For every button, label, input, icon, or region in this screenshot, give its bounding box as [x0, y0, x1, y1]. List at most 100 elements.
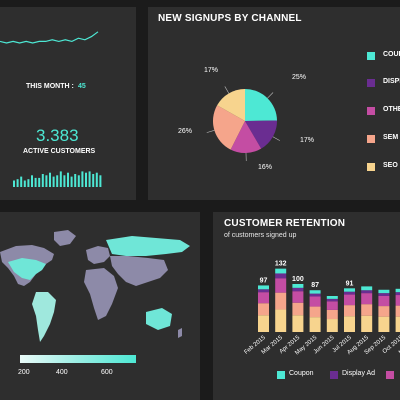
legend-swatch [367, 107, 375, 115]
bar-segment-coupon [326, 296, 338, 299]
bar-segment-display-ad [275, 273, 287, 279]
map-color-scale [20, 355, 136, 363]
bar-segment-sem [309, 306, 321, 318]
bar-segment-other [378, 296, 390, 307]
pie-leader-line [206, 130, 215, 133]
activity-bar [77, 175, 80, 187]
bar-total-label: 132 [275, 261, 287, 268]
active-customers-label: ACTIVE CUSTOMERS [23, 148, 96, 155]
retention-legend-label[interactable]: Coupon [289, 370, 314, 377]
bar-total-label: 87 [311, 282, 319, 289]
bar-segment-other [258, 292, 269, 304]
bar-segment-sem [292, 302, 304, 316]
activity-bar [13, 180, 15, 187]
bar-segment-sem [361, 304, 373, 316]
legend-label: OTHER [383, 106, 400, 113]
bar-segment-sem [275, 292, 287, 310]
bar-segment-other [275, 278, 287, 293]
signups-sparkline [0, 31, 102, 187]
bar-segment-seo [326, 319, 338, 332]
pie-label-sem: 26% [178, 128, 193, 135]
bar-segment-sem [326, 309, 338, 320]
map-region-new-zealand[interactable] [178, 328, 182, 338]
bar-segment-display-ad [361, 290, 373, 294]
pie-leader-line [272, 136, 280, 141]
activity-bar [88, 171, 91, 187]
bar-segment-seo [275, 309, 287, 332]
bar-segment-display-ad [258, 289, 269, 293]
sparkline-line [0, 31, 99, 44]
activity-bar [20, 176, 23, 187]
bar-segment-other [309, 296, 321, 307]
bar-segment-seo [395, 316, 400, 332]
retention-legend-swatch [277, 371, 285, 379]
map-region-russia[interactable] [106, 236, 190, 256]
pie-label-display: 17% [300, 137, 315, 144]
bar-segment-seo [292, 315, 304, 332]
bar-segment-other [361, 293, 373, 305]
bar-segment-seo [378, 316, 390, 332]
bar-segment-coupon [292, 284, 304, 288]
bar-segment-coupon [344, 288, 355, 292]
map-region-europe[interactable] [86, 246, 110, 264]
activity-bar [27, 179, 30, 187]
legend-label: DISPLAY [383, 78, 400, 85]
bar-segment-display-ad [344, 291, 355, 295]
activity-bar [41, 174, 44, 187]
activity-bar [34, 177, 37, 187]
bar-segment-coupon [309, 290, 321, 294]
bar-segment-other [344, 294, 355, 306]
bar-segment-coupon [361, 286, 373, 291]
scale-label-600: 600 [101, 369, 113, 376]
bar-segment-display-ad [309, 293, 321, 297]
bar-segment-sem [344, 305, 355, 317]
activity-bar [85, 172, 87, 187]
activity-bar [38, 177, 41, 187]
pie-label-other: 16% [258, 164, 273, 171]
bar-total-label: 97 [260, 277, 268, 284]
legend-label: SEM [383, 134, 399, 141]
bar-segment-other [292, 291, 304, 303]
bar-segment-sem [395, 305, 400, 317]
bar-segment-sem [378, 306, 390, 317]
signups-pie-chart [206, 86, 280, 161]
active-customers-value: 3.383 [36, 126, 79, 145]
scale-label-200: 200 [18, 369, 30, 376]
map-region-greenland[interactable] [54, 230, 76, 246]
activity-bar [52, 176, 55, 187]
pie-label-coupon: 25% [292, 74, 307, 81]
legend-label: COUPON [383, 51, 400, 58]
bar-segment-other [395, 295, 400, 306]
legend-swatch [367, 163, 375, 171]
activity-bar [81, 171, 84, 187]
activity-bar [92, 174, 95, 187]
map-region-south-america[interactable] [32, 292, 56, 342]
activity-bar [49, 172, 51, 187]
this-month-label: THIS MONTH : [26, 83, 74, 90]
activity-bar [56, 175, 59, 187]
activity-bar [67, 172, 69, 187]
map-region-australia[interactable] [146, 308, 172, 330]
bar-segment-display-ad [292, 287, 304, 292]
world-map[interactable] [0, 212, 200, 400]
activity-bar [95, 172, 98, 187]
new-signups-panel: NEW SIGNUPS BY CHANNEL 25% 17% 16% 26% 17% C… [148, 7, 400, 200]
activity-bar [70, 176, 73, 187]
bar-segment-coupon [378, 289, 390, 294]
retention-legend-label[interactable]: Display Ad [342, 370, 375, 377]
retention-legend-swatch [386, 371, 394, 379]
bar-segment-seo [258, 315, 269, 332]
bar-segment-coupon [258, 285, 269, 290]
active-customers-panel: THIS MONTH : 45 3.383 ACTIVE CUSTOMERS [0, 7, 136, 200]
activity-bar [99, 175, 102, 187]
map-region-africa[interactable] [84, 268, 118, 320]
bar-segment-other [326, 301, 338, 310]
activity-bar [23, 180, 26, 187]
activity-bar [16, 179, 19, 187]
retention-legend-swatch [330, 371, 338, 379]
bar-total-label: 91 [346, 280, 354, 287]
map-region-asia[interactable] [110, 256, 168, 286]
bar-segment-seo [344, 316, 355, 332]
signups-title: NEW SIGNUPS BY CHANNEL [158, 13, 302, 24]
bar-segment-sem [258, 303, 269, 316]
